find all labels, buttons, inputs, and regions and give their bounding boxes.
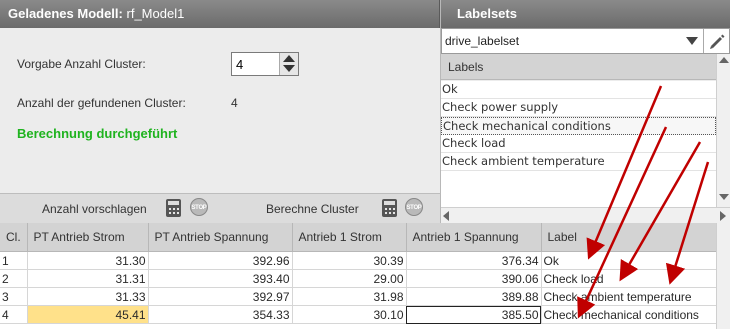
labels-list-header: Labels bbox=[441, 54, 716, 80]
model-name: rf_Model1 bbox=[126, 6, 185, 21]
cell-cluster[interactable]: 1 bbox=[0, 251, 28, 270]
column-header-drive1-voltage[interactable]: Antrieb 1 Spannung bbox=[406, 223, 542, 252]
label-item[interactable]: Check ambient temperature bbox=[441, 153, 716, 171]
cell-value[interactable]: 354.33 bbox=[148, 305, 293, 324]
model-panel-header: Geladenes Modell: rf_Model1 bbox=[0, 0, 440, 28]
stop-icon-text: STOP bbox=[406, 205, 422, 211]
cell-value[interactable]: 392.96 bbox=[148, 251, 293, 270]
pencil-icon[interactable] bbox=[707, 31, 727, 51]
labels-list: Ok Check power supply Check mechanical c… bbox=[441, 81, 716, 207]
table-row[interactable]: 1 31.30 392.96 30.39 376.34 Ok bbox=[0, 251, 717, 270]
scroll-right-icon[interactable] bbox=[720, 211, 726, 221]
table-row[interactable]: 4 45.41 354.33 30.10 385.50 Check mechan… bbox=[0, 305, 717, 324]
column-header-drive1-current[interactable]: Antrieb 1 Strom bbox=[292, 223, 407, 252]
label-item[interactable]: Check power supply bbox=[441, 99, 716, 117]
table-vertical-scrollbar[interactable] bbox=[716, 223, 730, 329]
labelset-dropdown[interactable]: drive_labelset bbox=[441, 28, 730, 54]
suggest-count-label: Anzahl vorschlagen bbox=[42, 202, 147, 216]
stop-icon-text: STOP bbox=[191, 205, 207, 211]
label-item[interactable]: Check load bbox=[441, 135, 716, 153]
table-row[interactable]: 3 31.33 392.97 31.98 389.88 Check ambien… bbox=[0, 287, 717, 306]
table-row[interactable]: 2 31.31 393.40 29.00 390.06 Check load bbox=[0, 269, 717, 288]
scroll-up-icon[interactable] bbox=[719, 57, 729, 63]
cluster-table: Cl. PT Antrieb Strom PT Antrieb Spannung… bbox=[0, 223, 717, 329]
column-header-pt-drive-current[interactable]: PT Antrieb Strom bbox=[27, 223, 149, 252]
cell-label[interactable]: Check load bbox=[541, 269, 717, 288]
label-item-selected[interactable]: Check mechanical conditions bbox=[441, 117, 716, 135]
column-header-label[interactable]: Label bbox=[541, 223, 717, 252]
status-message: Berechnung durchgeführt bbox=[17, 126, 178, 141]
labels-horizontal-scrollbar[interactable] bbox=[441, 207, 730, 223]
model-title: Geladenes Modell: bbox=[8, 6, 123, 21]
labels-vertical-scrollbar[interactable] bbox=[716, 54, 730, 207]
table-header-row: Cl. PT Antrieb Strom PT Antrieb Spannung… bbox=[0, 223, 717, 252]
compute-clusters-label: Berechne Cluster bbox=[266, 202, 359, 216]
arrow-down-icon bbox=[283, 65, 295, 72]
cell-value[interactable]: 392.97 bbox=[148, 287, 293, 306]
cell-value[interactable]: 389.88 bbox=[406, 287, 542, 306]
label-item[interactable]: Ok bbox=[441, 81, 716, 99]
found-clusters-value: 4 bbox=[231, 96, 238, 110]
cell-value[interactable]: 390.06 bbox=[406, 269, 542, 288]
cell-value[interactable]: 31.31 bbox=[27, 269, 149, 288]
cell-value-highlighted[interactable]: 45.41 bbox=[27, 305, 149, 324]
cell-value[interactable]: 31.33 bbox=[27, 287, 149, 306]
arrow-up-icon bbox=[283, 55, 295, 62]
cluster-count-spinner[interactable] bbox=[231, 52, 299, 76]
cell-value[interactable]: 30.10 bbox=[292, 305, 407, 324]
stop-icon[interactable]: STOP bbox=[405, 198, 423, 216]
cell-label[interactable]: Check ambient temperature bbox=[541, 287, 717, 306]
cell-label[interactable]: Check mechanical conditions bbox=[541, 305, 717, 324]
cell-value-focused[interactable]: 385.50 bbox=[406, 305, 542, 324]
scroll-left-icon[interactable] bbox=[443, 211, 449, 221]
cell-label[interactable]: Ok bbox=[541, 251, 717, 270]
scroll-down-icon[interactable] bbox=[719, 194, 729, 200]
cell-value[interactable]: 31.98 bbox=[292, 287, 407, 306]
stop-icon[interactable]: STOP bbox=[190, 198, 208, 216]
cell-value[interactable]: 30.39 bbox=[292, 251, 407, 270]
cell-value[interactable]: 393.40 bbox=[148, 269, 293, 288]
calculator-icon[interactable] bbox=[166, 199, 181, 217]
spinner-up-button[interactable] bbox=[280, 53, 298, 64]
cell-cluster[interactable]: 3 bbox=[0, 287, 28, 306]
column-header-pt-drive-voltage[interactable]: PT Antrieb Spannung bbox=[148, 223, 293, 252]
cell-value[interactable]: 376.34 bbox=[406, 251, 542, 270]
calculator-icon[interactable] bbox=[382, 199, 397, 217]
labelsets-header: Labelsets bbox=[441, 0, 730, 28]
cluster-count-label: Vorgabe Anzahl Cluster: bbox=[17, 57, 146, 71]
cell-cluster[interactable]: 2 bbox=[0, 269, 28, 288]
cell-cluster[interactable]: 4 bbox=[0, 305, 28, 324]
chevron-down-icon[interactable] bbox=[686, 37, 698, 45]
spinner-down-button[interactable] bbox=[280, 64, 298, 75]
cell-value[interactable]: 29.00 bbox=[292, 269, 407, 288]
found-clusters-label: Anzahl der gefundenen Cluster: bbox=[17, 96, 186, 110]
column-header-cluster[interactable]: Cl. bbox=[0, 223, 28, 252]
cell-value[interactable]: 31.30 bbox=[27, 251, 149, 270]
spinner-buttons bbox=[279, 53, 298, 75]
dropdown-divider bbox=[703, 29, 704, 53]
labelset-dropdown-value: drive_labelset bbox=[445, 34, 520, 48]
